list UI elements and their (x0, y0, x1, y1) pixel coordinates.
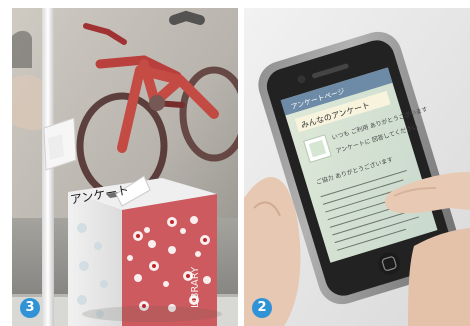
box-side-text: LIBRARY (190, 266, 201, 308)
photo-collage: アンケート LIBRARY 3 アンケートページ みんなのアンケート いつも ご… (0, 0, 470, 326)
smartphone-photo: アンケートページ みんなのアンケート いつも ご利用 ありがとうございます アン… (244, 8, 470, 326)
photo-number-badge: 3 (20, 298, 40, 318)
photo-number-badge: 2 (252, 298, 272, 318)
photo-ballot-box: アンケート LIBRARY 3 (12, 8, 238, 326)
photo-smartphone: アンケートページ みんなのアンケート いつも ご利用 ありがとうございます アン… (244, 8, 470, 326)
ballot-box-photo: アンケート LIBRARY (12, 8, 238, 326)
